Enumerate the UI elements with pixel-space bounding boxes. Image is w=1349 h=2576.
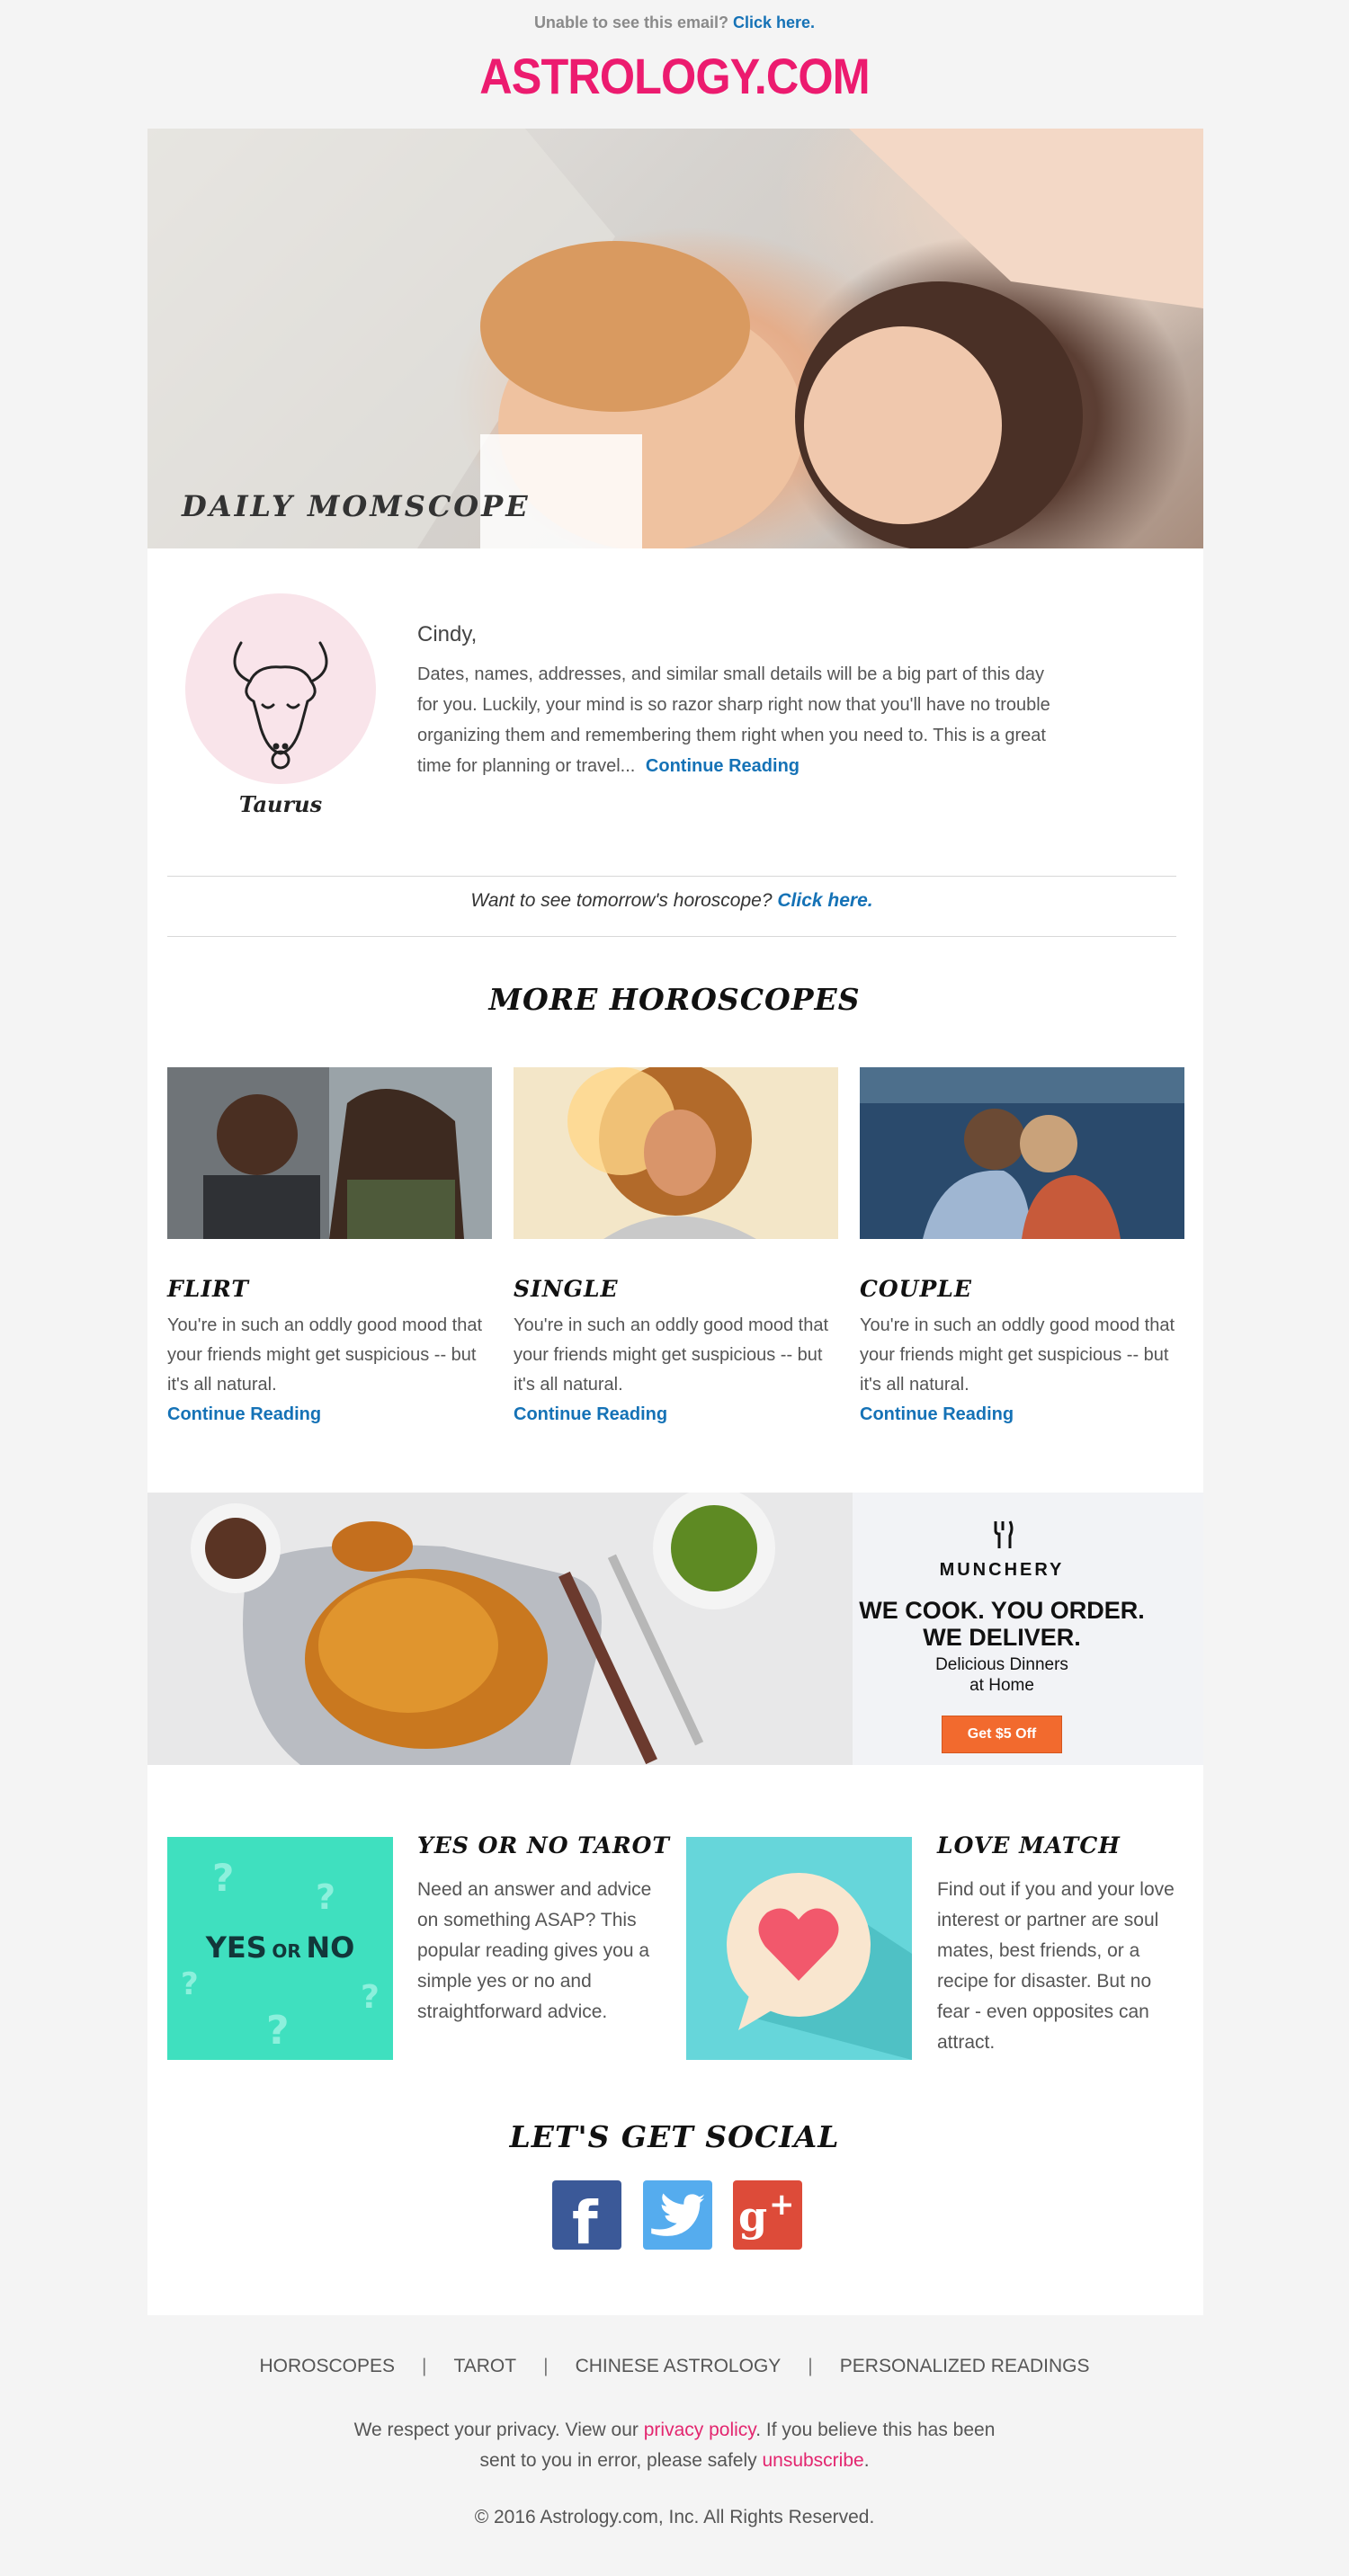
tomorrow-text: Want to see tomorrow's horoscope?: [470, 890, 773, 911]
couple-image[interactable]: [860, 1067, 1184, 1239]
single-image[interactable]: [514, 1063, 838, 1239]
privacy-notice: We respect your privacy. View our privac…: [0, 2415, 1349, 2476]
privacy-text-3: sent to you in error, please safely: [479, 2450, 757, 2471]
copyright: © 2016 Astrology.com, Inc. All Rights Re…: [474, 2507, 875, 2527]
tomorrow-link[interactable]: Click here.: [777, 890, 872, 911]
footer-link-horoscopes[interactable]: HOROSCOPES: [259, 2356, 395, 2376]
cutlery-icon: [994, 1520, 1014, 1548]
zodiac-sign-name: Taurus: [238, 791, 323, 817]
tomorrow-prompt: Want to see tomorrow's horoscope? Click …: [167, 890, 1176, 912]
horoscope-card-single: SINGLE You're in such an oddly good mood…: [514, 1063, 838, 1430]
preheader: Unable to see this email? Click here.: [0, 13, 1349, 32]
svg-text:?: ?: [181, 1966, 199, 2002]
feature-title: YES OR NO TAROT: [417, 1832, 671, 1858]
ad-cta-button[interactable]: Get $5 Off: [941, 1716, 1063, 1753]
privacy-text-2: . If you believe this has been: [755, 2420, 996, 2440]
ad-headline-1: WE COOK. YOU ORDER.: [859, 1597, 1145, 1624]
twitter-icon[interactable]: [643, 2180, 712, 2250]
feature-text: Find out if you and your love interest o…: [937, 1879, 1175, 2053]
ad-copy: MUNCHERY WE COOK. YOU ORDER. WE DELIVER.…: [858, 1520, 1146, 1753]
footer-link-personalized-readings[interactable]: PERSONALIZED READINGS: [840, 2356, 1090, 2376]
continue-reading-link[interactable]: Continue Reading: [167, 1404, 321, 1424]
footer-link-chinese-astrology[interactable]: CHINESE ASTROLOGY: [576, 2356, 782, 2376]
preheader-text: Unable to see this email?: [533, 13, 728, 31]
svg-text:?: ?: [361, 1979, 380, 2016]
hero-banner: DAILY MOMSCOPE: [147, 129, 1203, 548]
yes-or-no-label: YES OR NO: [167, 1930, 393, 1965]
social-title: LET'S GET SOCIAL: [509, 2119, 840, 2154]
privacy-policy-link[interactable]: privacy policy: [644, 2420, 755, 2440]
svg-text:+: +: [769, 2187, 795, 2223]
yes-text: YES: [205, 1930, 267, 1965]
ad-headline-2: WE DELIVER.: [923, 1624, 1081, 1651]
svg-text:?: ?: [266, 2008, 290, 2054]
yes-no-tarot-tile[interactable]: ? ? ? ? ? YES OR NO: [167, 1837, 393, 2060]
greeting: Cindy,: [417, 622, 478, 646]
divider: [167, 936, 1176, 937]
svg-text:f: f: [572, 2188, 599, 2250]
flirt-image[interactable]: [167, 1067, 492, 1239]
feature-text: Need an answer and advice on something A…: [417, 1879, 652, 2022]
view-in-browser-link[interactable]: Click here.: [733, 13, 815, 31]
horoscope-title: FLIRT: [167, 1276, 249, 1302]
taurus-icon: [233, 641, 328, 770]
ad-banner[interactable]: MUNCHERY WE COOK. YOU ORDER. WE DELIVER.…: [147, 1493, 1203, 1765]
horoscope-title: SINGLE: [514, 1276, 619, 1302]
hero-image: [147, 129, 1203, 548]
horoscope-excerpt: You're in such an oddly good mood that y…: [860, 1315, 1175, 1395]
or-text: OR: [272, 1940, 301, 1962]
ad-food-image: [147, 1493, 853, 1765]
divider: [167, 876, 1176, 877]
svg-text:?: ?: [212, 1856, 234, 1900]
unsubscribe-link[interactable]: unsubscribe: [762, 2450, 863, 2471]
footer-nav: HOROSCOPES | TAROT | CHINESE ASTROLOGY | PERSO…: [259, 2356, 1090, 2376]
facebook-icon[interactable]: f: [552, 2180, 621, 2258]
love-match-tile[interactable]: [686, 1837, 912, 2060]
horoscope-excerpt: You're in such an oddly good mood that y…: [167, 1315, 482, 1395]
more-horoscopes-title: MORE HOROSCOPES: [488, 982, 861, 1017]
no-text: NO: [306, 1930, 355, 1965]
google-plus-icon[interactable]: g +: [733, 2180, 802, 2250]
footer-link-tarot[interactable]: TAROT: [453, 2356, 516, 2376]
privacy-text: We respect your privacy. View our: [353, 2420, 639, 2440]
heart-speech-bubble-icon: [727, 1873, 912, 2060]
horoscope-title: COUPLE: [860, 1276, 972, 1302]
svg-text:?: ?: [316, 1877, 335, 1917]
feature-title: LOVE MATCH: [937, 1832, 1121, 1858]
ad-brand: MUNCHERY: [939, 1560, 1065, 1580]
horoscope-card-couple: COUPLE You're in such an oddly good mood…: [860, 1067, 1184, 1430]
continue-reading-link[interactable]: Continue Reading: [860, 1404, 1014, 1424]
zodiac-badge: [185, 593, 376, 784]
ad-subtitle-2: at Home: [969, 1676, 1034, 1695]
hero-title: DAILY MOMSCOPE: [182, 489, 531, 523]
ad-subtitle-1: Delicious Dinners: [935, 1655, 1068, 1674]
logo[interactable]: ASTROLOGY.COM: [67, 47, 1282, 105]
continue-reading-link[interactable]: Continue Reading: [646, 756, 800, 776]
svg-text:g: g: [738, 2192, 767, 2241]
privacy-period: .: [863, 2450, 870, 2471]
horoscope-excerpt: You're in such an oddly good mood that y…: [514, 1315, 828, 1395]
horoscope-card-flirt: FLIRT You're in such an oddly good mood …: [167, 1067, 492, 1430]
continue-reading-link[interactable]: Continue Reading: [514, 1404, 667, 1424]
daily-horoscope-text: Dates, names, addresses, and similar sma…: [417, 659, 1065, 781]
